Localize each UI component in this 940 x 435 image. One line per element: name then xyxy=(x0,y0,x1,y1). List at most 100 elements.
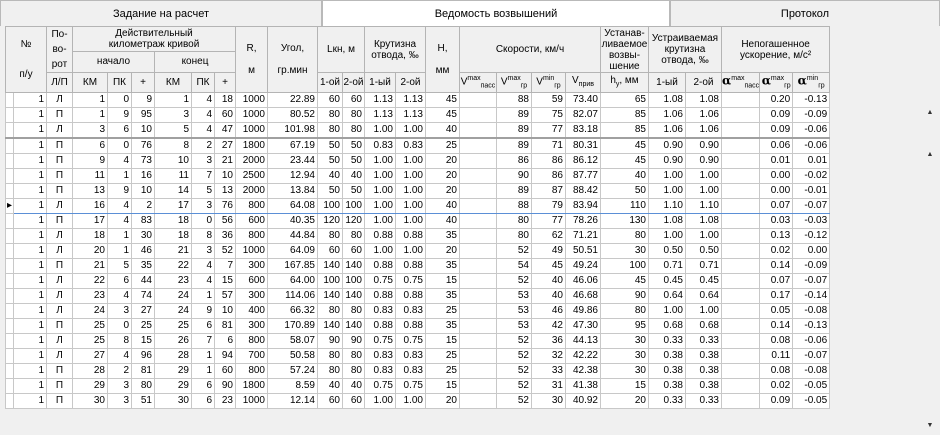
table-cell[interactable]: 45 xyxy=(425,107,460,123)
table-cell[interactable]: 1.10 xyxy=(685,198,722,214)
table-cell[interactable]: 10 xyxy=(214,168,236,184)
table-cell[interactable]: 20 xyxy=(425,153,460,169)
table-cell[interactable]: 30 xyxy=(72,393,108,409)
table-cell[interactable]: 0.45 xyxy=(648,273,686,289)
table-cell[interactable]: 87 xyxy=(531,183,566,199)
table-cell[interactable]: 12.94 xyxy=(267,168,318,184)
table-cell[interactable]: 0.02 xyxy=(759,378,794,394)
table-cell[interactable]: 1 xyxy=(13,273,47,289)
table-cell[interactable]: 0.75 xyxy=(395,273,426,289)
table-cell[interactable]: 21 xyxy=(154,243,192,259)
table-cell[interactable]: 100 xyxy=(317,273,343,289)
table-cell[interactable]: 40.92 xyxy=(565,393,601,409)
table-cell[interactable]: 45 xyxy=(600,273,649,289)
table-cell[interactable] xyxy=(459,393,497,409)
table-cell[interactable]: 0.68 xyxy=(685,318,722,334)
table-cell[interactable]: 140 xyxy=(317,288,343,304)
table-cell[interactable]: П xyxy=(46,363,73,379)
table-cell[interactable]: 0.08 xyxy=(759,363,794,379)
table-cell[interactable]: 52 xyxy=(214,243,236,259)
table-cell[interactable]: -0.06 xyxy=(792,333,831,349)
table-cell[interactable]: 44.84 xyxy=(267,228,318,244)
table-cell[interactable]: 80 xyxy=(496,213,532,229)
table-cell[interactable]: 9 xyxy=(107,183,132,199)
table-cell[interactable]: 18 xyxy=(72,228,108,244)
table-cell[interactable]: 23 xyxy=(214,393,236,409)
table-cell[interactable]: 0.06 xyxy=(759,137,794,154)
table-cell[interactable]: 80 xyxy=(317,228,343,244)
table-cell[interactable]: 400 xyxy=(235,303,268,319)
table-cell[interactable]: 76 xyxy=(214,198,236,214)
table-cell[interactable]: 80 xyxy=(317,348,343,364)
table-cell[interactable]: 4 xyxy=(107,153,132,169)
table-cell[interactable]: 46 xyxy=(131,243,155,259)
row-indicator[interactable] xyxy=(5,168,14,184)
table-cell[interactable]: 0.64 xyxy=(685,288,722,304)
table-cell[interactable]: 71 xyxy=(531,137,566,154)
table-cell[interactable]: 8 xyxy=(107,333,132,349)
table-cell[interactable]: 30 xyxy=(131,228,155,244)
table-cell[interactable]: 0.88 xyxy=(395,288,426,304)
table-cell[interactable]: 0.83 xyxy=(364,303,396,319)
table-cell[interactable]: 600 xyxy=(235,213,268,229)
table-cell[interactable]: 0.88 xyxy=(395,258,426,274)
table-cell[interactable]: 46 xyxy=(531,303,566,319)
table-cell[interactable]: 0 xyxy=(191,213,215,229)
table-cell[interactable]: 1.00 xyxy=(395,393,426,409)
table-row[interactable]: 1 Л 18 1 30 18 8 36 800 44.84 80 80 0.88 0.88 35 80 62 71… xyxy=(5,228,831,244)
table-cell[interactable]: 1 xyxy=(13,378,47,394)
table-row[interactable]: 1 Л 20 1 46 21 3 52 1000 64.09 60 60 1.00 1.00 20 52 49 5… xyxy=(5,243,831,259)
table-cell[interactable]: 23 xyxy=(154,273,192,289)
row-indicator[interactable] xyxy=(5,153,14,169)
table-cell[interactable]: 35 xyxy=(425,288,460,304)
table-cell[interactable]: 89 xyxy=(496,122,532,139)
table-cell[interactable]: 1 xyxy=(13,348,47,364)
table-cell[interactable] xyxy=(720,213,761,229)
table-cell[interactable] xyxy=(720,228,761,244)
table-cell[interactable]: 42 xyxy=(531,318,566,334)
table-cell[interactable]: 0.83 xyxy=(395,363,426,379)
table-cell[interactable]: 114.06 xyxy=(267,288,318,304)
table-cell[interactable]: 80 xyxy=(342,363,365,379)
table-cell[interactable]: 52 xyxy=(496,348,532,364)
table-cell[interactable]: 45 xyxy=(600,153,649,169)
table-cell[interactable]: 0.88 xyxy=(364,258,396,274)
table-cell[interactable]: 40 xyxy=(317,378,343,394)
table-cell[interactable]: 35 xyxy=(131,258,155,274)
table-cell[interactable]: 4 xyxy=(191,107,215,123)
table-cell[interactable]: 26 xyxy=(154,333,192,349)
table-cell[interactable]: 40 xyxy=(425,198,460,214)
table-cell[interactable]: 0.83 xyxy=(395,137,426,154)
row-indicator[interactable] xyxy=(5,363,14,379)
table-cell[interactable]: -0.02 xyxy=(792,168,831,184)
table-cell[interactable] xyxy=(459,183,497,199)
table-cell[interactable] xyxy=(720,198,761,214)
table-cell[interactable]: 6 xyxy=(107,273,132,289)
table-cell[interactable]: 0.83 xyxy=(395,303,426,319)
table-cell[interactable] xyxy=(459,303,497,319)
table-cell[interactable]: 9 xyxy=(107,107,132,123)
table-cell[interactable]: 100 xyxy=(317,198,343,214)
table-cell[interactable]: 85 xyxy=(600,122,649,139)
table-cell[interactable]: -0.05 xyxy=(792,393,831,409)
table-cell[interactable]: 0.88 xyxy=(395,318,426,334)
table-cell[interactable]: 86.12 xyxy=(565,153,601,169)
table-cell[interactable]: 66.32 xyxy=(267,303,318,319)
table-cell[interactable]: 1.00 xyxy=(364,198,396,214)
table-row[interactable]: 1 П 29 3 80 29 6 90 1800 8.59 40 40 0.75 0.75 15 52 31 41… xyxy=(5,378,831,394)
table-cell[interactable]: 47 xyxy=(214,122,236,139)
table-cell[interactable]: 36 xyxy=(531,333,566,349)
table-cell[interactable]: 1000 xyxy=(235,92,268,108)
table-cell[interactable]: 0.71 xyxy=(685,258,722,274)
table-cell[interactable]: 100 xyxy=(600,258,649,274)
table-cell[interactable]: 140 xyxy=(317,318,343,334)
table-cell[interactable]: 82.07 xyxy=(565,107,601,123)
row-indicator[interactable] xyxy=(5,393,14,409)
table-cell[interactable]: 45 xyxy=(531,258,566,274)
table-cell[interactable]: 3 xyxy=(191,198,215,214)
table-cell[interactable]: 90 xyxy=(214,378,236,394)
table-cell[interactable] xyxy=(720,137,761,154)
table-cell[interactable]: 80 xyxy=(600,228,649,244)
table-cell[interactable]: 20 xyxy=(600,393,649,409)
table-cell[interactable]: 15 xyxy=(131,333,155,349)
